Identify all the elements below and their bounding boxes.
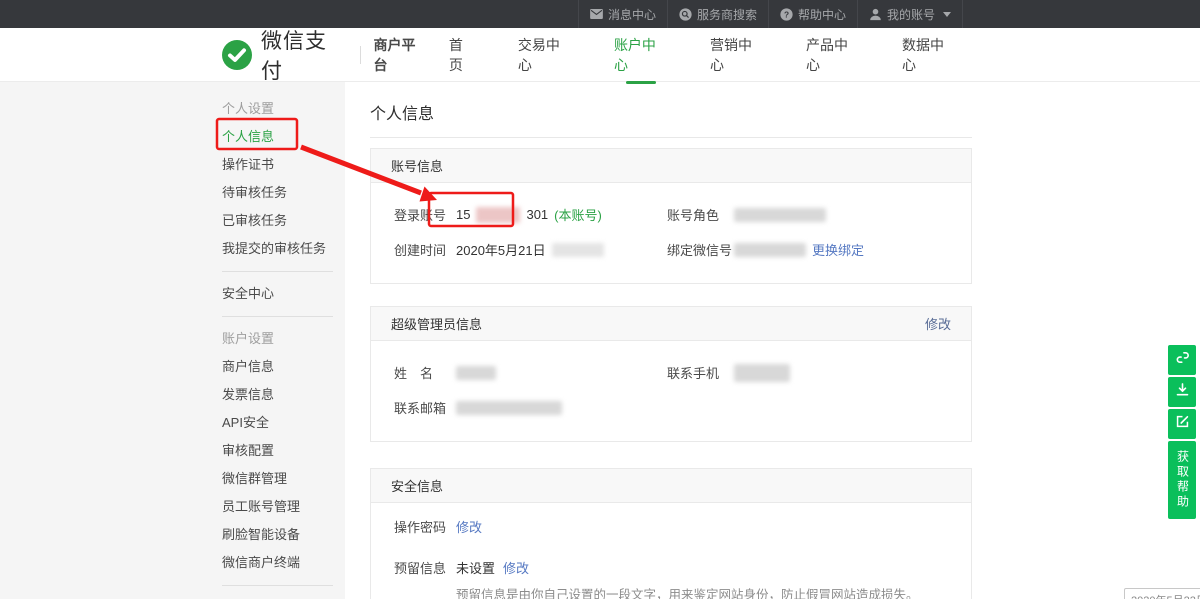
bound-wechat-value: 更换绑定 (734, 240, 951, 259)
redacted-email (456, 401, 562, 415)
title-rule (370, 137, 972, 138)
sidebar-item-operation-certificate[interactable]: 操作证书 (0, 151, 345, 179)
brand-logo[interactable]: 微信支付 商户平台 (222, 25, 428, 85)
reserved-info-value: 未设置 (456, 558, 495, 577)
nav-marketing-center[interactable]: 营销中心 (710, 16, 764, 94)
sidebar-group-account-settings: 账户设置 (0, 325, 345, 353)
edit-reserved-info-link[interactable]: 修改 (503, 558, 529, 577)
edit-icon (1175, 414, 1190, 434)
sidebar-divider (222, 316, 333, 317)
account-role-label: 账号角色 (667, 205, 734, 224)
contact-email-label: 联系邮箱 (394, 398, 456, 417)
account-info-section: 账号信息 登录账号 15301 (本账号) 账号角色 (370, 148, 972, 284)
section-title: 安全信息 (391, 476, 443, 495)
contact-phone-label: 联系手机 (667, 363, 734, 382)
login-account-label: 登录账号 (394, 205, 456, 224)
sidebar-item-api-security[interactable]: API安全 (0, 409, 345, 437)
sidebar-item-review-config[interactable]: 审核配置 (0, 437, 345, 465)
page-title: 个人信息 (370, 100, 972, 124)
edit-admin-link[interactable]: 修改 (925, 314, 951, 333)
portal-name: 商户平台 (373, 35, 427, 75)
super-admin-section: 超级管理员信息 修改 姓 名 联系手机 联系邮箱 (370, 306, 972, 442)
created-time-value: 2020年5月21日 (456, 240, 667, 259)
redacted-created-time (552, 243, 604, 257)
sidebar: 个人设置 个人信息 操作证书 待审核任务 已审核任务 我提交的审核任务 安全中心… (0, 82, 345, 599)
sidebar-item-wechat-merchant-terminal[interactable]: 微信商户终端 (0, 549, 345, 577)
change-binding-link[interactable]: 更换绑定 (812, 240, 864, 259)
section-title: 账号信息 (391, 156, 443, 175)
change-password-link[interactable]: 修改 (456, 517, 482, 536)
nav-account-center[interactable]: 账户中心 (614, 16, 668, 94)
date-tooltip: 2020年5月22日 (1124, 588, 1200, 599)
reserved-info-label: 预留信息 (394, 558, 456, 577)
download-button[interactable] (1168, 377, 1196, 407)
sidebar-divider (222, 271, 333, 272)
nav-product-center[interactable]: 产品中心 (806, 16, 860, 94)
sidebar-group-personal-settings: 个人设置 (0, 95, 345, 123)
nav-transaction-center[interactable]: 交易中心 (518, 16, 572, 94)
sidebar-item-reviewed-tasks[interactable]: 已审核任务 (0, 207, 345, 235)
nav-data-center[interactable]: 数据中心 (902, 16, 956, 94)
name-value (456, 366, 667, 380)
sidebar-item-face-smart-device[interactable]: 刷脸智能设备 (0, 521, 345, 549)
sidebar-item-pending-review-tasks[interactable]: 待审核任务 (0, 179, 345, 207)
content-area: 个人设置 个人信息 操作证书 待审核任务 已审核任务 我提交的审核任务 安全中心… (0, 82, 1200, 599)
sidebar-divider (222, 585, 333, 586)
floating-toolbar: 获取帮助 (1168, 345, 1196, 519)
sidebar-item-personal-info[interactable]: 个人信息 (0, 123, 345, 151)
login-account-value: 15301 (本账号) (456, 205, 667, 224)
feedback-button[interactable] (1168, 409, 1196, 439)
wechat-pay-logo-icon (222, 40, 252, 70)
reserved-info-help: 预留信息是由你自己设置的一段文字，用来鉴定网站身份，防止假冒网站造成损失。 配置… (456, 587, 951, 599)
operation-password-label: 操作密码 (394, 517, 456, 536)
help-line: 预留信息是由你自己设置的一段文字，用来鉴定网站身份，防止假冒网站造成损失。 (456, 587, 951, 599)
header: 微信支付 商户平台 首页 交易中心 账户中心 营销中心 产品中心 数据中心 (0, 28, 1200, 82)
link-icon (1175, 350, 1190, 370)
get-help-label: 获取帮助 (1175, 450, 1190, 510)
name-label: 姓 名 (394, 363, 456, 382)
security-info-section: 安全信息 操作密码 修改 预留信息 未设置 修改 预留信息 (370, 468, 972, 599)
sidebar-item-wechat-group-management[interactable]: 微信群管理 (0, 465, 345, 493)
contact-email-value (456, 401, 667, 415)
redacted-phone (734, 364, 790, 382)
nav-home[interactable]: 首页 (449, 16, 476, 94)
section-title: 超级管理员信息 (391, 314, 482, 333)
sidebar-item-staff-account-management[interactable]: 员工账号管理 (0, 493, 345, 521)
sidebar-item-security-center[interactable]: 安全中心 (0, 280, 345, 308)
page: 消息中心 服务商搜索 ? 帮助中心 我的账号 微信支付 商户平台 首页 交易中心 (0, 0, 1200, 599)
redacted-role (734, 208, 826, 222)
main-panel: 个人信息 账号信息 登录账号 15301 (本账号) (345, 82, 1200, 599)
contact-phone-value (734, 364, 951, 382)
account-role-value (734, 208, 951, 222)
sidebar-item-invoice-info[interactable]: 发票信息 (0, 381, 345, 409)
logo-divider (360, 46, 361, 64)
redacted-wechat-id (734, 243, 806, 257)
sidebar-item-my-submitted-review-tasks[interactable]: 我提交的审核任务 (0, 235, 345, 263)
created-time-label: 创建时间 (394, 240, 456, 259)
redacted-login-digits (476, 207, 520, 223)
sidebar-item-merchant-info[interactable]: 商户信息 (0, 353, 345, 381)
get-help-button[interactable]: 获取帮助 (1168, 441, 1196, 519)
redacted-name (456, 366, 496, 380)
share-link-button[interactable] (1168, 345, 1196, 375)
download-icon (1175, 382, 1190, 402)
current-account-note: (本账号) (554, 205, 602, 224)
brand-name: 微信支付 (261, 25, 347, 85)
bound-wechat-label: 绑定微信号 (667, 240, 734, 259)
